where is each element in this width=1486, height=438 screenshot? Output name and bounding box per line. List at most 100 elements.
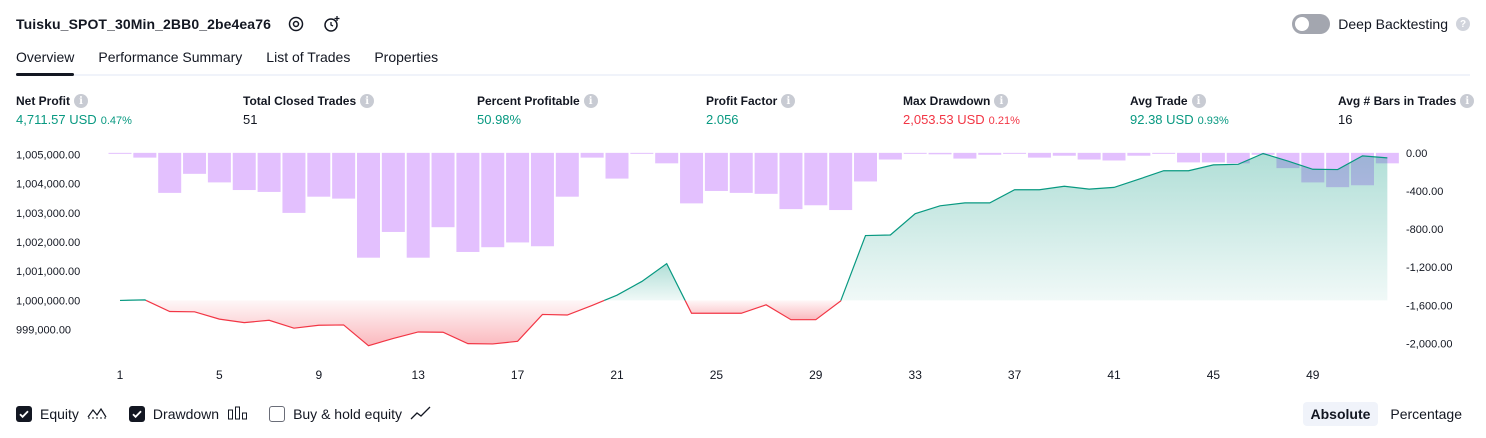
x-axis-tick: 41 — [1107, 368, 1121, 382]
drawdown-bar — [680, 152, 704, 204]
report-tabs: Overview Performance Summary List of Tra… — [16, 44, 1470, 76]
drawdown-bar — [829, 152, 853, 211]
metric-value: 2,053.53 USD — [903, 112, 985, 127]
x-axis-tick: 1 — [117, 368, 124, 382]
equity-line-profit — [119, 299, 147, 302]
equity-chart[interactable]: 1,005,000.00 1,004,000.00 1,003,000.00 1,00… — [0, 138, 1486, 392]
x-axis-tick: 49 — [1306, 368, 1320, 382]
legend-equity-label: Equity — [40, 406, 79, 422]
info-icon[interactable]: i — [360, 94, 375, 108]
info-icon[interactable]: i — [1460, 94, 1475, 108]
settings-icon[interactable] — [285, 13, 307, 35]
drawdown-bar — [555, 152, 579, 197]
metrics-row: Net Profit i 4,711.57 USD 0.47% Total Clos… — [0, 94, 1486, 134]
percentage-button[interactable]: Percentage — [1382, 402, 1470, 426]
left-axis-tick: 1,002,000.00 — [16, 237, 80, 249]
drawdown-bar — [431, 152, 455, 228]
left-axis-tick: 1,001,000.00 — [16, 266, 80, 278]
x-axis-tick: 17 — [511, 368, 525, 382]
equity-loss-area — [146, 300, 605, 346]
strategy-title: Tuisku_SPOT_30Min_2BB0_2be4ea76 — [16, 16, 271, 32]
legend-drawdown[interactable]: Drawdown — [128, 405, 249, 424]
right-axis-tick: 0.00 — [1406, 148, 1427, 160]
info-icon[interactable]: i — [1191, 94, 1206, 108]
x-axis-tick: 25 — [710, 368, 724, 382]
drawdown-bar — [903, 152, 927, 154]
equity-chart-svg: 1,005,000.00 1,004,000.00 1,003,000.00 1,00… — [16, 148, 1452, 382]
left-axis-tick: 1,000,000.00 — [16, 295, 80, 307]
metric-value: 16 — [1338, 112, 1353, 127]
drawdown-bar — [1201, 152, 1225, 163]
legend-equity[interactable]: Equity — [16, 405, 109, 424]
metric-label: Profit Factor — [706, 94, 778, 108]
buy-hold-checkbox[interactable] — [269, 406, 286, 422]
drawdown-bar — [332, 152, 356, 199]
drawdown-bar — [530, 152, 554, 247]
tab-properties[interactable]: Properties — [374, 44, 438, 74]
info-icon[interactable]: i — [74, 94, 88, 108]
value-mode-switch: Absolute Percentage — [1302, 400, 1471, 428]
drawdown-bar — [1077, 152, 1101, 160]
add-alert-icon[interactable] — [321, 13, 343, 35]
metric-label: Avg Trade — [1130, 94, 1188, 108]
legend-buy-hold-label: Buy & hold equity — [293, 406, 403, 422]
drawdown-bar — [953, 152, 977, 159]
legend-drawdown-label: Drawdown — [152, 406, 220, 422]
drawdown-checkbox[interactable] — [128, 406, 145, 422]
tab-list-of-trades[interactable]: List of Trades — [266, 44, 350, 74]
metric-label: Percent Profitable — [477, 94, 580, 108]
drawdown-bar — [108, 152, 132, 154]
drawdown-bar — [257, 152, 281, 192]
drawdown-bar — [1127, 152, 1151, 156]
x-axis-tick: 37 — [1008, 368, 1022, 382]
drawdown-bar — [928, 152, 952, 155]
legend-buy-hold[interactable]: Buy & hold equity — [269, 405, 432, 424]
equity-profit-area — [840, 153, 1388, 301]
x-axis-tick: 21 — [610, 368, 624, 382]
drawdown-bar — [357, 152, 380, 258]
deep-backtesting-toggle[interactable] — [1292, 14, 1331, 34]
metric-value: 51 — [243, 112, 258, 127]
right-axis-tick: -1,200.00 — [1406, 262, 1452, 274]
metric-max-drawdown: Max Drawdown i 2,053.53 USD 0.21% — [903, 94, 1020, 127]
drawdown-bar — [481, 152, 505, 248]
info-icon[interactable]: i — [781, 94, 796, 108]
drawdown-bar — [779, 152, 803, 210]
drawdown-bar — [282, 152, 306, 213]
x-axis-tick: 29 — [809, 368, 823, 382]
metric-percent: 0.93% — [1197, 115, 1229, 127]
x-axis-tick: 13 — [412, 368, 426, 382]
left-axis-tick: 999,000.00 — [16, 325, 71, 337]
absolute-button[interactable]: Absolute — [1302, 402, 1379, 426]
metric-value: 2.056 — [706, 112, 739, 127]
metric-value: 4,711.57 USD — [16, 112, 97, 127]
tab-performance-summary[interactable]: Performance Summary — [98, 44, 242, 74]
tab-overview[interactable]: Overview — [16, 44, 75, 76]
drawdown-bar — [1027, 152, 1051, 158]
drawdown-bar — [183, 152, 207, 174]
metric-percent: 0.21% — [988, 115, 1020, 127]
info-icon[interactable]: i — [583, 94, 598, 108]
left-axis-tick: 1,004,000.00 — [16, 179, 80, 191]
deep-backtesting: Deep Backtesting ? — [1292, 12, 1470, 36]
info-icon[interactable]: i — [994, 94, 1009, 108]
drawdown-bar — [506, 152, 530, 243]
drawdown-bar — [1052, 152, 1076, 156]
drawdown-bar — [655, 152, 679, 164]
help-icon[interactable]: ? — [1456, 17, 1470, 31]
equity-checkbox[interactable] — [16, 406, 32, 422]
drawdown-bar — [1177, 152, 1201, 163]
drawdown-bar — [158, 152, 182, 193]
drawdown-bar — [406, 152, 430, 258]
metric-net-profit: Net Profit i 4,711.57 USD 0.47% — [16, 94, 132, 127]
left-axis-tick: 1,005,000.00 — [16, 149, 80, 161]
drawdown-bar — [1102, 152, 1126, 161]
metric-label: Total Closed Trades — [243, 94, 357, 108]
drawdown-bar — [1152, 152, 1176, 154]
toggle-knob — [1295, 17, 1310, 31]
drawdown-bar — [580, 152, 604, 158]
drawdown-bar — [381, 152, 405, 232]
equity-loss-area — [685, 300, 841, 320]
right-axis-tick: -400.00 — [1406, 186, 1443, 198]
drawdown-bar — [878, 152, 902, 160]
